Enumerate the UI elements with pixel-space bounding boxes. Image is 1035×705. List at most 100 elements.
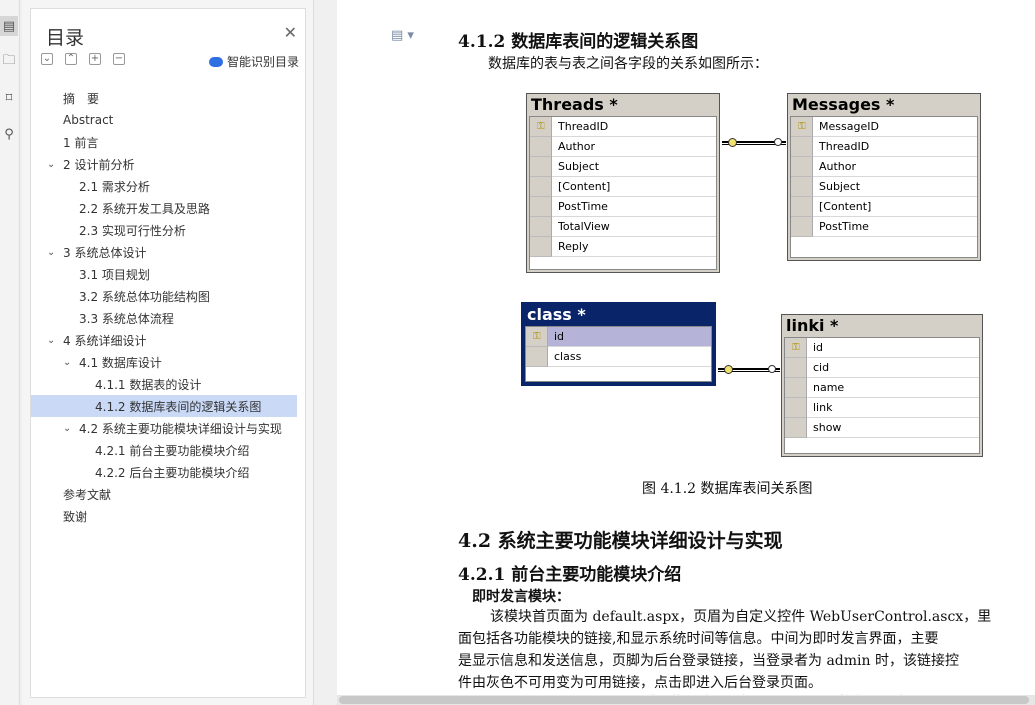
many-end-icon [774,138,782,146]
toc-list: 摘 要 Abstract 1 前言 ⌄ 2 设计前分析 2.1 需求分析 2.2 系统开发工… [31,87,305,527]
row-selector[interactable]: ⚿ [530,117,552,137]
left-rail: ▤ 🗀 ⌑ ⚲ [0,0,20,705]
scroll-thumb[interactable] [339,696,1029,704]
toc-item[interactable]: 参考文献 [31,483,305,505]
outline-icon[interactable]: ▤ [0,16,18,36]
toc-item[interactable]: 致谢 [31,505,305,527]
toc-item[interactable]: 摘 要 [31,87,305,109]
row-selector[interactable] [791,137,813,157]
field-name: [Content] [819,200,872,213]
table-class[interactable]: class * ⚿ id class [521,302,716,386]
row-selector[interactable] [785,418,807,438]
field-name: MessageID [819,120,879,133]
field-row[interactable]: name [785,378,979,398]
field-name: ThreadID [558,120,609,133]
toc-item[interactable]: Abstract [31,109,305,131]
chevron-down-icon[interactable]: ⌄ [63,357,71,368]
field-row[interactable]: Author [530,137,716,157]
field-row[interactable]: show [785,418,979,438]
table-messages[interactable]: Messages * ⚿ MessageID ThreadID Author Subjec… [787,93,981,261]
add-heading-icon[interactable]: + [89,53,101,65]
toc-item[interactable]: ⌄ 3 系统总体设计 [31,241,305,263]
comment-icon[interactable]: 🗀 [0,52,18,72]
toc-item[interactable]: 2.2 系统开发工具及思路 [31,197,305,219]
field-row[interactable]: Subject [791,177,977,197]
field-name: Author [819,160,857,173]
para-line: 是显示信息和发送信息，页脚为后台登录链接，当登录者为 admin 时，该链接控 [458,653,959,669]
row-selector[interactable] [785,378,807,398]
field-row[interactable]: ThreadID [791,137,977,157]
toc-item[interactable]: 3.3 系统总体流程 [31,307,305,329]
toc-item[interactable]: 4.2.2 后台主要功能模块介绍 [31,461,305,483]
table-linki[interactable]: linki * ⚿ id cid name link show [781,314,983,457]
field-row[interactable]: [Content] [791,197,977,217]
row-selector[interactable]: ⚿ [785,338,807,358]
toc-item[interactable]: 2.1 需求分析 [31,175,305,197]
row-selector[interactable] [530,217,552,237]
close-icon[interactable]: ✕ [284,23,297,42]
row-selector[interactable] [530,137,552,157]
field-row[interactable]: cid [785,358,979,378]
table-fields: ⚿ id cid name link show [784,337,980,454]
toc-item[interactable]: 2.3 实现可行性分析 [31,219,305,241]
toc-item[interactable]: 4.1.2 数据库表间的逻辑关系图 [31,395,297,417]
field-row[interactable]: [Content] [530,177,716,197]
toc-item[interactable]: 3.2 系统总体功能结构图 [31,285,305,307]
field-row[interactable]: class [526,347,711,367]
chevron-down-icon[interactable]: ⌄ [47,247,55,258]
toc-item-label: Abstract [63,113,114,127]
table-threads[interactable]: Threads * ⚿ ThreadID Author Subject [Content]… [526,93,720,273]
field-name: id [554,330,565,343]
bookmark-icon[interactable]: ⌑ [0,88,18,108]
row-selector[interactable] [785,398,807,418]
toc-item[interactable]: 3.1 项目规划 [31,263,305,285]
field-row[interactable]: TotalView [530,217,716,237]
sub-title: 即时发言模块： [472,589,570,605]
field-row[interactable]: ⚿ id [785,338,979,358]
remove-heading-icon[interactable]: − [113,53,125,65]
row-selector[interactable] [530,237,552,257]
field-row[interactable]: Subject [530,157,716,177]
toc-item[interactable]: 4.1.1 数据表的设计 [31,373,305,395]
toc-item-label: 1 前言 [63,135,99,150]
toc-item[interactable]: 1 前言 [31,131,305,153]
row-selector[interactable] [530,177,552,197]
field-row[interactable]: PostTime [791,217,977,237]
row-selector[interactable] [791,177,813,197]
field-row[interactable]: PostTime [530,197,716,217]
search-icon[interactable]: ⚲ [0,124,18,144]
toc-item-label: 4.2.2 后台主要功能模块介绍 [95,465,250,480]
row-selector[interactable] [530,157,552,177]
field-name: id [813,341,824,354]
field-name: Subject [558,160,600,173]
toc-item[interactable]: ⌄ 2 设计前分析 [31,153,305,175]
row-selector[interactable] [791,197,813,217]
row-selector[interactable] [526,347,548,367]
smart-toc-button[interactable]: 智能识别目录 [208,53,299,70]
row-selector[interactable] [530,197,552,217]
chevron-down-icon[interactable]: ⌄ [47,335,55,346]
chevron-down-icon[interactable]: ⌄ [47,159,55,170]
toc-item[interactable]: 4.2.1 前台主要功能模块介绍 [31,439,305,461]
field-row[interactable]: ⚿ ThreadID [530,117,716,137]
field-row[interactable]: ⚿ MessageID [791,117,977,137]
row-selector[interactable]: ⚿ [526,327,548,347]
page-options-icon[interactable]: ▤ ▾ [391,28,414,43]
expand-up-icon[interactable]: ⌃ [65,53,77,65]
row-selector[interactable] [791,157,813,177]
toc-item[interactable]: ⌄ 4 系统详细设计 [31,329,305,351]
field-row[interactable]: Reply [530,237,716,257]
table-fields: ⚿ MessageID ThreadID Author Subject [Content]… [790,116,978,258]
field-row[interactable]: link [785,398,979,418]
collapse-all-icon[interactable]: ⌄ [41,53,53,65]
horizontal-scrollbar[interactable] [337,695,1035,705]
field-row[interactable]: Author [791,157,977,177]
toc-item[interactable]: ⌄ 4.1 数据库设计 [31,351,305,373]
toc-item-label: 3.2 系统总体功能结构图 [79,289,210,304]
chevron-down-icon[interactable]: ⌄ [63,423,71,434]
row-selector[interactable]: ⚿ [791,117,813,137]
toc-item[interactable]: ⌄ 4.2 系统主要功能模块详细设计与实现 [31,417,305,439]
row-selector[interactable] [785,358,807,378]
field-row[interactable]: ⚿ id [526,327,711,347]
row-selector[interactable] [791,217,813,237]
